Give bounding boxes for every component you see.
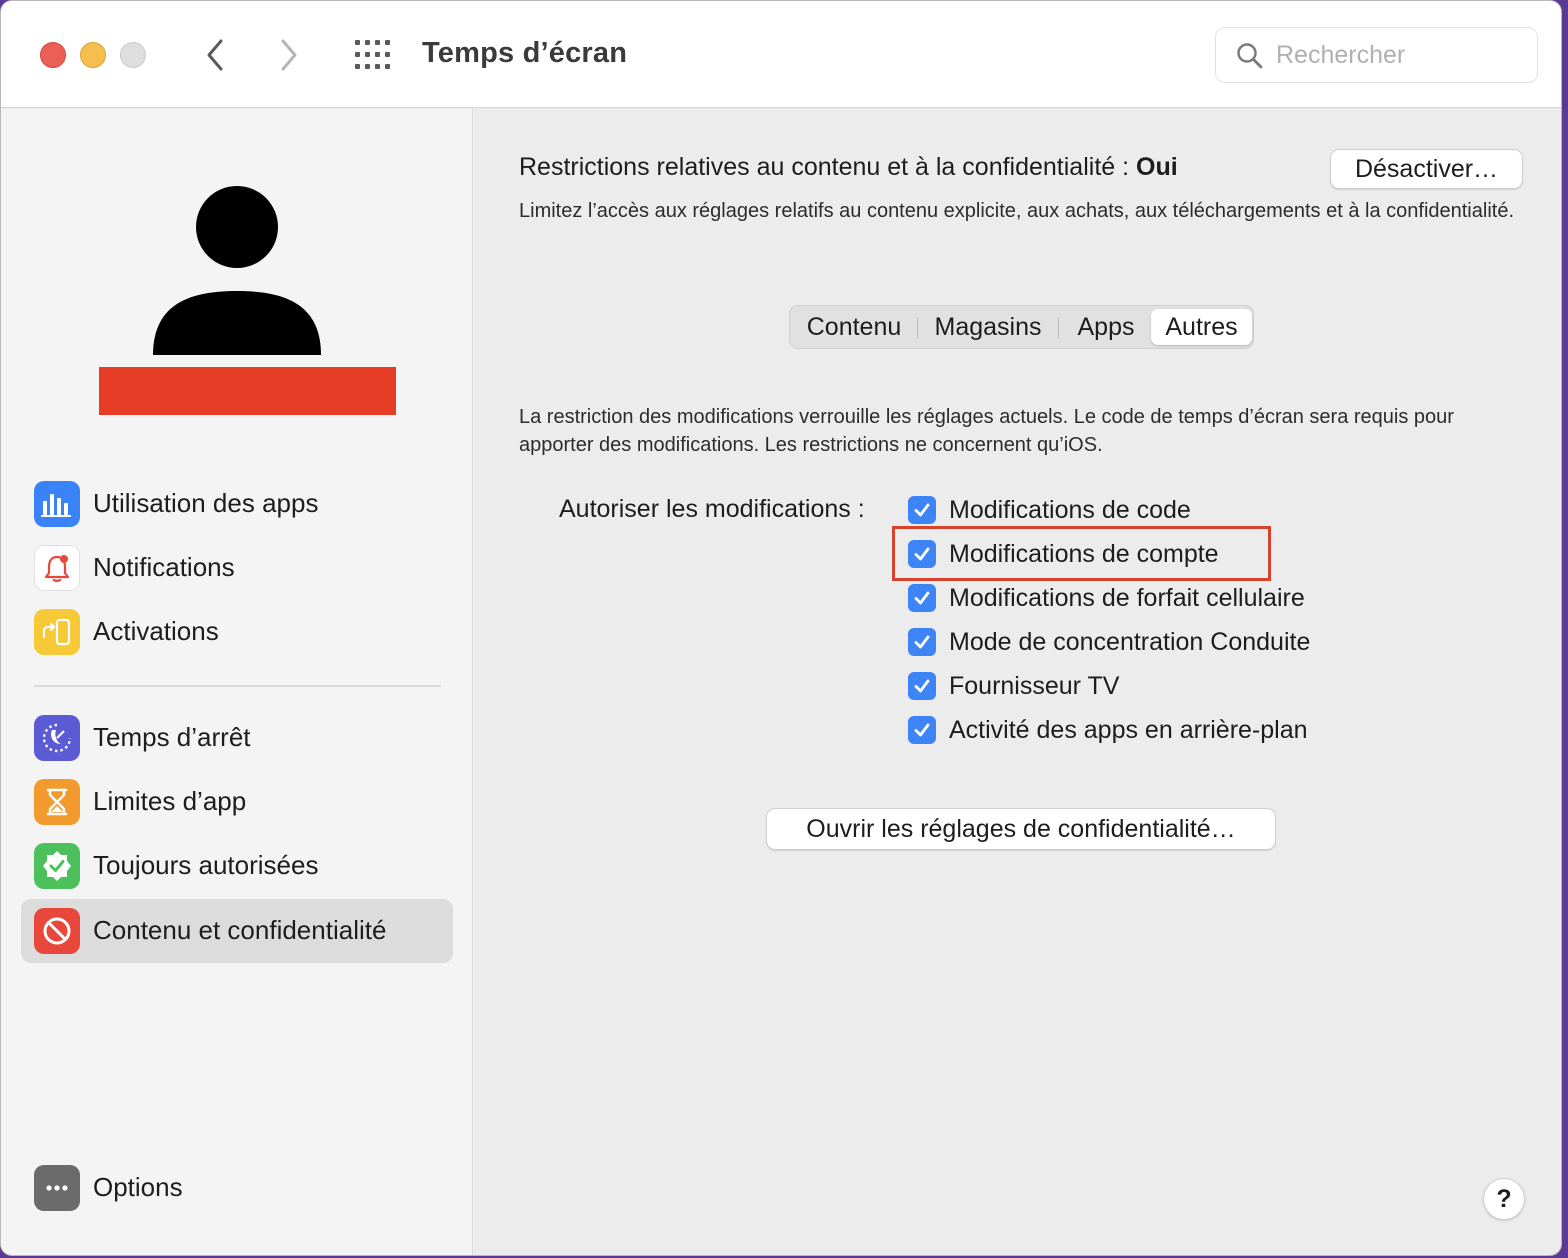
sidebar-item-app-limits[interactable]: Limites d’app [21,770,453,834]
tab-stores[interactable]: Magasins [923,309,1053,345]
checkbox-background-app-activity[interactable]: Activité des apps en arrière-plan [908,714,1308,746]
tab-separator [917,317,918,339]
tab-other[interactable]: Autres [1151,309,1252,345]
checkmark-icon [914,679,930,693]
close-window-button[interactable] [40,42,66,68]
sidebar-item-label: Activations [93,616,219,646]
bar-chart-icon [34,481,80,527]
restriction-note: La restriction des modifications verroui… [519,406,1454,456]
search-input[interactable] [1276,38,1526,72]
pickup-phone-icon [34,609,80,655]
downtime-icon [34,715,80,761]
search-field[interactable] [1215,27,1538,83]
sidebar-item-label: Notifications [93,552,235,582]
tab-separator [1058,317,1059,339]
system-preferences-window: Temps d’écran Rechercher Utilisation des… [0,0,1562,1256]
sidebar-item-app-usage[interactable]: Utilisation des apps [21,472,453,536]
checkbox-tv-provider[interactable]: Fournisseur TV [908,670,1119,702]
checkmark-icon [914,503,930,517]
minimize-window-button[interactable] [80,42,106,68]
tab-apps[interactable]: Apps [1064,309,1148,345]
checkbox[interactable] [908,716,936,744]
checkbox-label: Fournisseur TV [949,671,1120,700]
checkbox-passcode-changes[interactable]: Modifications de code [908,494,1191,526]
sidebar-item-label: Toujours autorisées [93,850,319,880]
no-entry-icon [34,908,80,954]
checkbox[interactable] [908,672,936,700]
chevron-left-icon [207,39,223,71]
open-privacy-settings-button[interactable]: Ouvrir les réglages de confidentialité… [766,808,1276,850]
sidebar-item-always-allowed[interactable]: Toujours autorisées [21,834,453,898]
search-icon [1237,43,1263,69]
tab-content[interactable]: Contenu [796,309,912,345]
sidebar-item-label: Temps d’arrêt [93,722,251,752]
checkbox-label: Modifications de code [949,495,1191,524]
checkbox-label: Modifications de forfait cellulaire [949,583,1305,612]
category-tabs: Contenu Magasins Apps Autres [789,305,1254,349]
show-all-button[interactable] [353,39,393,71]
window-title: Temps d’écran [422,37,628,69]
checkmark-icon [914,723,930,737]
sidebar: Utilisation des apps Notifications Activ… [1,109,473,1255]
restrictions-status: Restrictions relatives au contenu et à l… [519,153,1178,182]
grid-icon [355,40,390,69]
sidebar-item-pickups[interactable]: Activations [21,600,453,664]
checkmark-badge-icon [34,843,80,889]
user-avatar-icon [153,186,321,355]
disable-button[interactable]: Désactiver… [1330,149,1523,189]
restrictions-description: Limitez l’accès aux réglages relatifs au… [519,200,1514,222]
redacted-user-name [99,367,396,415]
restrictions-label: Restrictions relatives au contenu et à l… [519,153,1130,181]
sidebar-item-label: Utilisation des apps [93,488,319,518]
hourglass-icon [34,779,80,825]
back-button[interactable] [197,37,233,73]
checkbox-label: Mode de concentration Conduite [949,627,1311,656]
forward-button[interactable] [271,37,307,73]
checkbox-driving-focus[interactable]: Mode de concentration Conduite [908,626,1310,658]
title-bar: Temps d’écran [1,1,1561,108]
checkbox-cellular-plan-changes[interactable]: Modifications de forfait cellulaire [908,582,1305,614]
checkbox[interactable] [908,628,936,656]
sidebar-item-downtime[interactable]: Temps d’arrêt [21,706,453,770]
highlight-box [892,526,1271,581]
sidebar-item-label: Limites d’app [93,786,247,816]
main-pane: Restrictions relatives au contenu et à l… [474,109,1561,1255]
checkbox[interactable] [908,496,936,524]
sidebar-item-content-privacy[interactable]: Contenu et confidentialité [21,899,453,963]
checkmark-icon [914,591,930,605]
sidebar-item-label: Options [93,1172,183,1202]
help-button[interactable]: ? [1483,1178,1525,1220]
checkmark-icon [914,635,930,649]
zoom-window-button[interactable] [120,42,146,68]
chevron-right-icon [281,39,297,71]
sidebar-item-notifications[interactable]: Notifications [21,536,453,600]
checkbox[interactable] [908,584,936,612]
bell-icon [34,545,80,591]
sidebar-divider [34,685,441,687]
sidebar-item-options[interactable]: Options [21,1156,453,1220]
restrictions-state: Oui [1136,153,1178,181]
sidebar-item-label: Contenu et confidentialité [93,915,387,945]
allow-changes-label: Autoriser les modifications : [559,495,865,523]
ellipsis-icon [34,1165,80,1211]
checkbox-label: Activité des apps en arrière-plan [949,715,1308,744]
